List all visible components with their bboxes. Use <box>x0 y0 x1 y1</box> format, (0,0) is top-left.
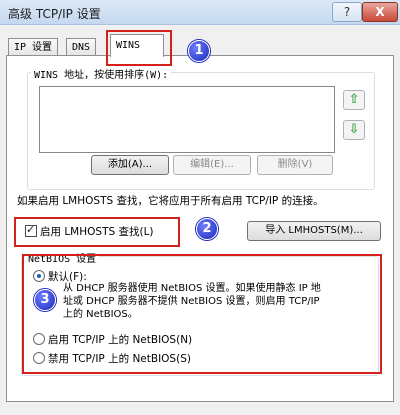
netbios-default-desc-line2: 址或 DHCP 服务器不提供 NetBIOS 设置，则启用 TCP/IP <box>63 296 320 307</box>
arrow-down-icon: ⇩ <box>348 122 360 137</box>
wins-address-label: WINS 地址，按使用排序(W): <box>31 66 172 81</box>
lmhosts-info-text: 如果启用 LMHOSTS 查找，它将应用于所有启用 TCP/IP 的连接。 <box>17 195 324 207</box>
netbios-default-desc-line1: 从 DHCP 服务器使用 NetBIOS 设置。如果使用静态 IP 地 <box>63 283 321 294</box>
tab-ip-settings[interactable]: IP 设置 <box>8 38 59 56</box>
netbios-disable-label: 禁用 TCP/IP 上的 NetBIOS(S) <box>48 353 191 365</box>
tab-dns[interactable]: DNS <box>66 38 97 56</box>
annotation-marker-1: 1 <box>188 40 210 62</box>
netbios-default-label: 默认(F): <box>48 271 87 283</box>
arrow-up-icon: ⇧ <box>348 92 360 107</box>
close-button[interactable]: X <box>362 2 398 22</box>
netbios-default-radio[interactable] <box>33 270 45 282</box>
title-bar: 高级 TCP/IP 设置 ? X <box>0 0 400 25</box>
import-lmhosts-button[interactable]: 导入 LMHOSTS(M)... <box>247 221 381 241</box>
help-button[interactable]: ? <box>332 2 362 22</box>
window-title: 高级 TCP/IP 设置 <box>8 7 101 21</box>
netbios-disable-radio[interactable] <box>33 352 45 364</box>
annotation-marker-2: 2 <box>196 218 218 240</box>
netbios-enable-label: 启用 TCP/IP 上的 NetBIOS(N) <box>48 334 193 346</box>
netbios-default-desc-line3: 上的 NetBIOS。 <box>63 309 138 320</box>
netbios-enable-radio[interactable] <box>33 333 45 345</box>
move-down-button[interactable]: ⇩ <box>343 120 365 140</box>
netbios-settings-label: NetBIOS 设置 <box>25 250 100 265</box>
lmhosts-checkbox[interactable] <box>25 223 37 237</box>
wins-address-list[interactable] <box>39 86 335 153</box>
annotation-marker-3: 3 <box>34 289 56 311</box>
move-up-button[interactable]: ⇧ <box>343 90 365 110</box>
delete-button[interactable]: 删除(V) <box>257 155 333 175</box>
lmhosts-checkbox-label: 启用 LMHOSTS 查找(L) <box>40 226 154 238</box>
add-button[interactable]: 添加(A)... <box>91 155 169 175</box>
edit-button[interactable]: 编辑(E)... <box>173 155 251 175</box>
tab-wins[interactable]: WINS <box>110 34 164 57</box>
